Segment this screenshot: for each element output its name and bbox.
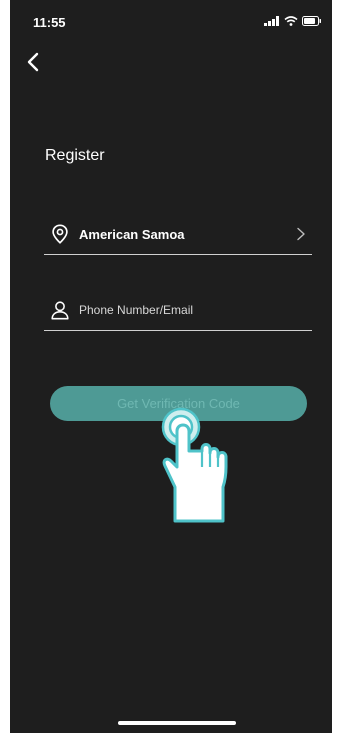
chevron-left-icon [27, 52, 39, 72]
signal-icon [264, 16, 279, 26]
location-pin-icon [52, 224, 68, 244]
status-time: 11:55 [33, 15, 66, 30]
status-icons [264, 16, 322, 26]
user-icon [51, 301, 69, 320]
tap-hand-icon [161, 407, 228, 523]
region-value: American Samoa [79, 226, 185, 242]
region-selector[interactable]: American Samoa [44, 214, 312, 255]
get-verification-code-button[interactable]: Get Verification Code [50, 386, 307, 421]
back-button[interactable] [22, 50, 46, 74]
chevron-right-icon [297, 227, 305, 241]
wifi-icon [284, 16, 298, 26]
status-bar: 11:55 [10, 0, 332, 44]
page-title: Register [45, 147, 105, 164]
home-indicator [118, 721, 236, 725]
phone-email-input[interactable] [79, 303, 312, 317]
account-field [44, 290, 312, 331]
battery-icon [302, 16, 321, 26]
app-screen: 11:55 Register American Samoa Phone Numb… [10, 0, 332, 733]
